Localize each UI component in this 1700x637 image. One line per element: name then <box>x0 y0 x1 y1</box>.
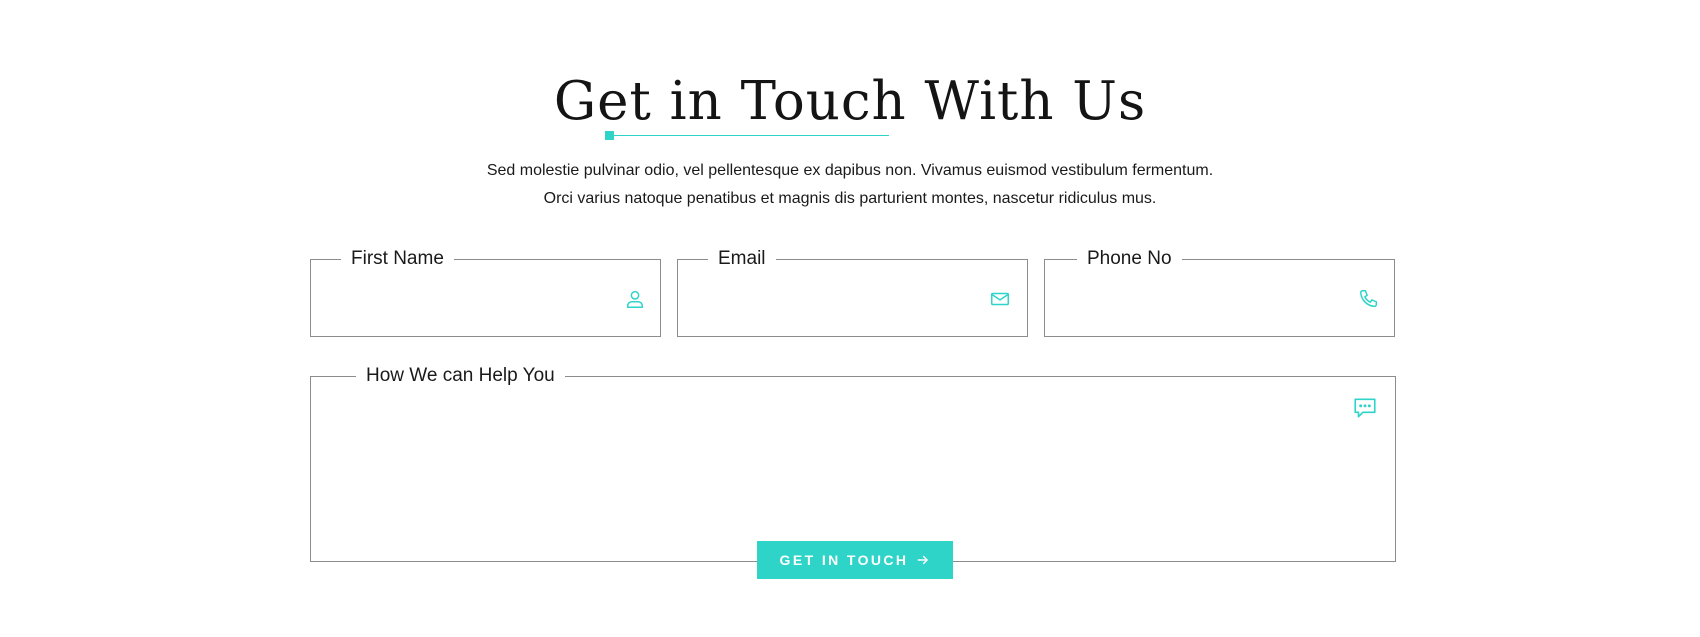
get-in-touch-label: GET IN TOUCH <box>779 552 909 568</box>
envelope-icon <box>989 288 1011 310</box>
phone-icon <box>1358 288 1380 310</box>
intro-line-1: Sed molestie pulvinar odio, vel pellente… <box>486 162 1214 179</box>
email-field[interactable]: Email <box>677 248 1028 337</box>
phone-label: Phone No <box>1077 248 1182 270</box>
get-in-touch-button[interactable]: GET IN TOUCH <box>757 541 953 579</box>
message-field[interactable]: How We can Help You <box>310 365 1396 562</box>
arrow-right-icon <box>916 553 930 567</box>
phone-input[interactable] <box>1057 280 1344 316</box>
underline-square <box>605 131 614 140</box>
message-textarea[interactable] <box>323 401 1345 525</box>
page-title: Get in Touch With Us <box>553 71 1147 132</box>
email-label: Email <box>708 248 776 270</box>
first-name-field[interactable]: First Name <box>310 248 661 337</box>
underline-line <box>614 135 889 136</box>
title-underline <box>605 130 889 140</box>
email-input[interactable] <box>690 280 977 316</box>
first-name-label: First Name <box>341 248 454 270</box>
intro-text: Sed molestie pulvinar odio, vel pellente… <box>0 157 1700 213</box>
message-label: How We can Help You <box>356 365 565 387</box>
phone-field[interactable]: Phone No <box>1044 248 1395 337</box>
intro-line-2: Orci varius natoque penatibus et magnis … <box>543 190 1157 207</box>
chat-bubble-icon <box>1352 395 1378 421</box>
first-name-input[interactable] <box>323 280 610 316</box>
user-icon <box>624 288 646 310</box>
